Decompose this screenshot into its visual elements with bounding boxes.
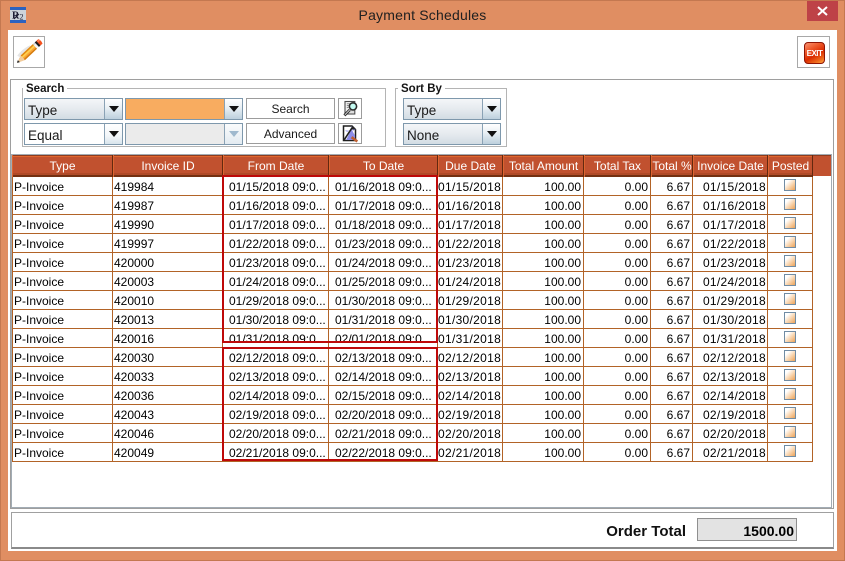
svg-text:2: 2 (20, 13, 24, 22)
